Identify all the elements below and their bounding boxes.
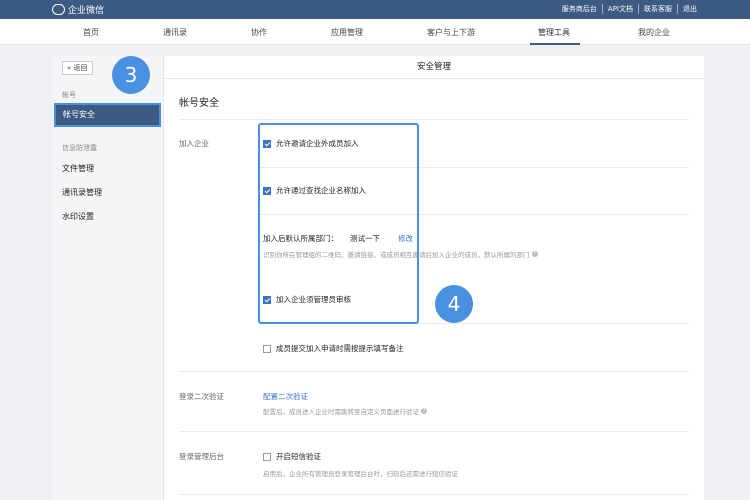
require-remark-label: 成员提交加入申请时需按提示填写备注 — [276, 344, 404, 353]
sidebar-item-watermark[interactable]: 水印设置 — [62, 211, 94, 222]
require-remark-option[interactable]: 成员提交加入申请时需按提示填写备注 — [263, 343, 404, 354]
wecom-logo-icon — [52, 4, 65, 15]
require-remark-checkbox[interactable] — [263, 344, 271, 353]
logout-link[interactable]: 退出 — [677, 4, 702, 14]
help-icon[interactable]: ? — [531, 251, 538, 257]
nav-customers[interactable]: 客户与上下游 — [427, 27, 475, 38]
two-factor-hint: 配置后，成员进入企业时需跳转至自定义页面进行验证 ? — [263, 406, 427, 416]
top-bar: 企业微信 服务商后台 API文档 联系客服 退出 — [0, 0, 750, 19]
nav-home[interactable]: 首页 — [83, 27, 99, 38]
step-badge-3: 3 — [112, 56, 150, 94]
sidebar: « 返回 帐号 帐号安全 信息防泄露 文件管理 通讯录管理 水印设置 — [52, 56, 164, 500]
nav-my-company[interactable]: 我的企业 — [638, 27, 670, 38]
admin-login-label: 登录管理后台 — [179, 452, 224, 461]
divider — [179, 431, 689, 432]
page-title: 安全管理 — [164, 56, 704, 79]
main-panel: 安全管理 帐号安全 加入企业 允许邀请企业外成员加入 允许通过查找企业名称加入 … — [164, 56, 704, 500]
back-button[interactable]: « 返回 — [62, 61, 93, 75]
step-badge-4: 4 — [435, 285, 473, 323]
api-docs-link[interactable]: API文档 — [601, 4, 638, 14]
nav-admin-tools[interactable]: 管理工具 — [538, 27, 570, 38]
contact-support-link[interactable]: 联系客服 — [638, 4, 677, 14]
sms-verify-label: 开启短信验证 — [276, 452, 321, 461]
sidebar-item-contacts-management[interactable]: 通讯录管理 — [62, 187, 102, 198]
brand-name: 企业微信 — [68, 6, 105, 16]
two-factor-hint-text: 配置后，成员进入企业时需跳转至自定义页面进行验证 — [263, 408, 419, 416]
main-nav: 首页 通讯录 协作 应用管理 客户与上下游 管理工具 我的企业 — [0, 19, 750, 45]
divider — [179, 371, 689, 372]
two-factor-label: 登录二次验证 — [179, 392, 224, 401]
divider — [179, 494, 689, 495]
top-links: 服务商后台 API文档 联系客服 退出 — [557, 4, 702, 14]
sms-verify-hint: 启用后，企业所有管理员登录管理后台时，扫码后还需进行短信验证 — [263, 470, 458, 478]
nav-contacts[interactable]: 通讯录 — [163, 27, 187, 38]
nav-app-management[interactable]: 应用管理 — [331, 27, 363, 38]
sidebar-group-dlp: 信息防泄露 — [62, 144, 97, 152]
sidebar-item-file-management[interactable]: 文件管理 — [62, 163, 94, 174]
sidebar-group-account: 帐号 — [62, 91, 76, 99]
join-company-label: 加入企业 — [179, 139, 209, 148]
nav-collaboration[interactable]: 协作 — [251, 27, 267, 38]
sms-verify-checkbox[interactable] — [263, 452, 271, 461]
configure-2fa-link[interactable]: 配置二次验证 — [263, 391, 308, 402]
sms-verify-option[interactable]: 开启短信验证 — [263, 451, 321, 462]
highlight-box — [258, 123, 419, 324]
brand[interactable]: 企业微信 — [52, 3, 104, 16]
help-icon[interactable]: ? — [421, 408, 427, 414]
divider — [179, 119, 689, 120]
section-title: 帐号安全 — [179, 98, 219, 109]
sidebar-item-account-security[interactable]: 帐号安全 — [54, 103, 161, 127]
nav-active-indicator — [530, 43, 580, 45]
provider-console-link[interactable]: 服务商后台 — [557, 4, 602, 14]
